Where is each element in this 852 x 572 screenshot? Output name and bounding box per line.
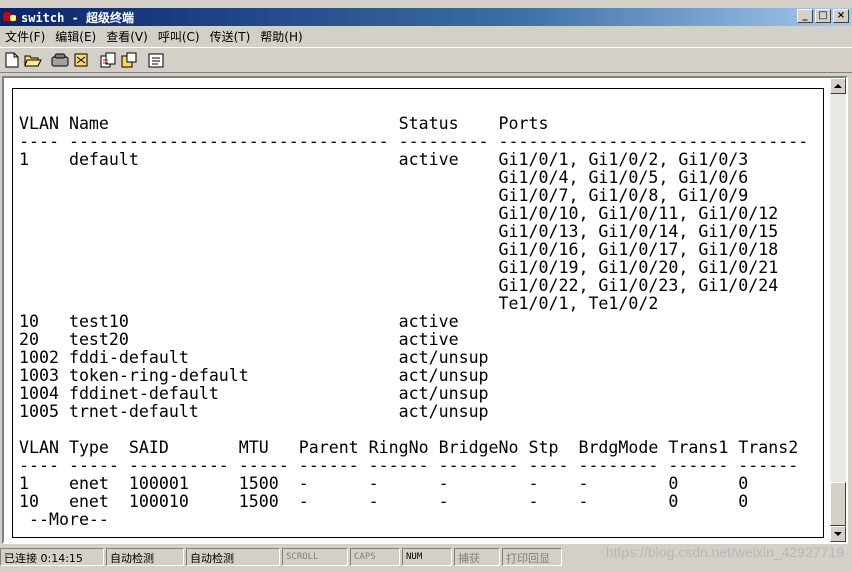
send-icon[interactable] [98,50,118,70]
terminal-line: ---- ----- ---------- ----- ------ -----… [19,456,799,475]
scroll-up-button[interactable] [830,78,846,94]
status-caps: CAPS [350,548,400,566]
menu-file[interactable]: 文件(F) [0,28,50,45]
terminal-line: Gi1/0/10, Gi1/0/11, Gi1/0/12 [19,204,779,223]
arrow-up-icon [834,84,842,88]
terminal-line: VLAN Name Status Ports [19,114,549,133]
arrow-down-icon [834,532,842,536]
terminal-line: --More-- [19,510,109,529]
terminal-line: 1005 trnet-default act/unsup [19,402,489,421]
terminal-line: Gi1/0/7, Gi1/0/8, Gi1/0/9 [19,186,749,205]
watermark: https://blog.csdn.net/weixin_42927719 [605,544,844,560]
hyperterminal-icon [2,10,18,24]
minimize-button[interactable]: _ [797,9,813,23]
vertical-scrollbar[interactable] [830,78,846,542]
properties-icon[interactable] [146,50,166,70]
menu-edit[interactable]: 编辑(E) [50,28,101,45]
status-num: NUM [402,548,452,566]
status-detect-2: 自动检测 [186,548,280,566]
receive-icon[interactable] [119,50,139,70]
terminal-screen[interactable]: VLAN Name Status Ports ---- -------------… [12,88,824,538]
terminal-line: 10 enet 100010 1500 - - - - - 0 0 [19,492,749,511]
bottom-strip [0,567,852,572]
hyperterminal-window: switch - 超级终端 _ □ × 文件(F) 编辑(E) 查看(V) 呼叫… [0,0,852,572]
top-strip [0,0,852,8]
menu-bar: 文件(F) 编辑(E) 查看(V) 呼叫(C) 传送(T) 帮助(H) [0,27,852,46]
terminal-line: 20 test20 active [19,330,459,349]
toolbar [0,47,852,73]
disconnect-icon[interactable] [71,50,91,70]
new-icon[interactable] [2,50,22,70]
scroll-down-button[interactable] [830,526,846,542]
terminal-line: Gi1/0/19, Gi1/0/20, Gi1/0/21 [19,258,779,277]
terminal-line: 1002 fddi-default act/unsup [19,348,489,367]
menu-view[interactable]: 查看(V) [101,28,153,45]
status-connected: 已连接 0:14:15 [0,548,104,566]
phone-icon[interactable] [50,50,70,70]
terminal-line: Gi1/0/13, Gi1/0/14, Gi1/0/15 [19,222,779,241]
terminal-line: Gi1/0/16, Gi1/0/17, Gi1/0/18 [19,240,779,259]
terminal-line: 10 test10 active [19,312,459,331]
terminal-line: Te1/0/1, Te1/0/2 [19,294,659,313]
status-scroll: SCROLL [282,548,348,566]
open-icon[interactable] [23,50,43,70]
close-button[interactable]: × [833,9,849,23]
terminal-line: ---- -------------------------------- --… [19,132,809,151]
terminal-line: 1 default active Gi1/0/1, Gi1/0/2, Gi1/0… [19,150,749,169]
menu-call[interactable]: 呼叫(C) [153,28,205,45]
terminal-line: 1 enet 100001 1500 - - - - - 0 0 [19,474,749,493]
scroll-thumb[interactable] [830,482,846,526]
status-capture: 捕获 [454,548,500,566]
window-controls: _ □ × [797,9,849,23]
menu-transfer[interactable]: 传送(T) [205,28,256,45]
terminal-line: Gi1/0/22, Gi1/0/23, Gi1/0/24 [19,276,779,295]
maximize-button[interactable]: □ [815,9,831,23]
title-bar[interactable]: switch - 超级终端 _ □ × [0,8,852,26]
terminal-frame: VLAN Name Status Ports ---- -------------… [2,76,848,544]
terminal-line: 1004 fddinet-default act/unsup [19,384,489,403]
menu-help[interactable]: 帮助(H) [255,28,307,45]
terminal-line: Gi1/0/4, Gi1/0/5, Gi1/0/6 [19,168,749,187]
status-print-echo: 打印回显 [502,548,562,566]
terminal-output: VLAN Name Status Ports ---- -------------… [19,115,808,529]
window-title: switch - 超级终端 [21,10,135,25]
terminal-line: 1003 token-ring-default act/unsup [19,366,489,385]
status-detect-1: 自动检测 [106,548,184,566]
terminal-line: VLAN Type SAID MTU Parent RingNo BridgeN… [19,438,799,457]
